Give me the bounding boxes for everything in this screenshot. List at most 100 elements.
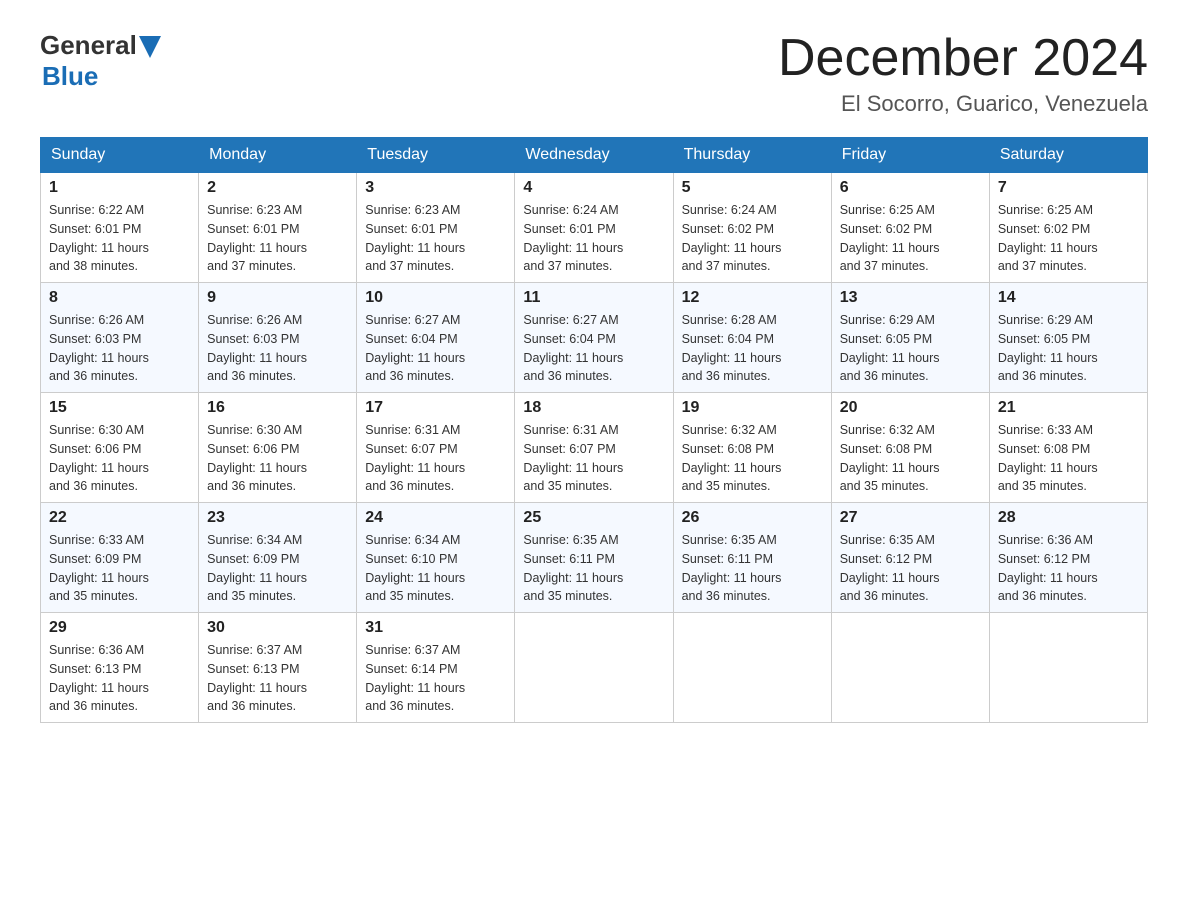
day-number: 30 — [207, 619, 348, 637]
day-number: 12 — [682, 289, 823, 307]
day-info: Sunrise: 6:35 AM Sunset: 6:11 PM Dayligh… — [682, 531, 823, 606]
day-info: Sunrise: 6:30 AM Sunset: 6:06 PM Dayligh… — [207, 421, 348, 496]
day-info: Sunrise: 6:25 AM Sunset: 6:02 PM Dayligh… — [998, 201, 1139, 276]
table-row: 17 Sunrise: 6:31 AM Sunset: 6:07 PM Dayl… — [357, 393, 515, 503]
day-number: 21 — [998, 399, 1139, 417]
table-row: 24 Sunrise: 6:34 AM Sunset: 6:10 PM Dayl… — [357, 503, 515, 613]
table-row: 3 Sunrise: 6:23 AM Sunset: 6:01 PM Dayli… — [357, 173, 515, 283]
day-number: 22 — [49, 509, 190, 527]
day-info: Sunrise: 6:31 AM Sunset: 6:07 PM Dayligh… — [365, 421, 506, 496]
day-number: 20 — [840, 399, 981, 417]
day-number: 7 — [998, 179, 1139, 197]
table-row: 11 Sunrise: 6:27 AM Sunset: 6:04 PM Dayl… — [515, 283, 673, 393]
day-number: 17 — [365, 399, 506, 417]
day-number: 15 — [49, 399, 190, 417]
day-info: Sunrise: 6:35 AM Sunset: 6:12 PM Dayligh… — [840, 531, 981, 606]
day-number: 11 — [523, 289, 664, 307]
day-number: 6 — [840, 179, 981, 197]
table-row: 10 Sunrise: 6:27 AM Sunset: 6:04 PM Dayl… — [357, 283, 515, 393]
table-row: 12 Sunrise: 6:28 AM Sunset: 6:04 PM Dayl… — [673, 283, 831, 393]
table-row: 2 Sunrise: 6:23 AM Sunset: 6:01 PM Dayli… — [199, 173, 357, 283]
day-number: 10 — [365, 289, 506, 307]
day-info: Sunrise: 6:29 AM Sunset: 6:05 PM Dayligh… — [840, 311, 981, 386]
day-info: Sunrise: 6:22 AM Sunset: 6:01 PM Dayligh… — [49, 201, 190, 276]
day-number: 1 — [49, 179, 190, 197]
day-info: Sunrise: 6:29 AM Sunset: 6:05 PM Dayligh… — [998, 311, 1139, 386]
day-info: Sunrise: 6:33 AM Sunset: 6:08 PM Dayligh… — [998, 421, 1139, 496]
table-row: 1 Sunrise: 6:22 AM Sunset: 6:01 PM Dayli… — [41, 173, 199, 283]
table-row: 20 Sunrise: 6:32 AM Sunset: 6:08 PM Dayl… — [831, 393, 989, 503]
logo-blue-text: Blue — [42, 61, 98, 91]
day-info: Sunrise: 6:36 AM Sunset: 6:12 PM Dayligh… — [998, 531, 1139, 606]
header-tuesday: Tuesday — [357, 138, 515, 173]
day-info: Sunrise: 6:37 AM Sunset: 6:14 PM Dayligh… — [365, 641, 506, 716]
day-info: Sunrise: 6:32 AM Sunset: 6:08 PM Dayligh… — [840, 421, 981, 496]
logo: General Blue — [40, 30, 161, 92]
location-title: El Socorro, Guarico, Venezuela — [778, 91, 1148, 117]
day-info: Sunrise: 6:32 AM Sunset: 6:08 PM Dayligh… — [682, 421, 823, 496]
table-row: 9 Sunrise: 6:26 AM Sunset: 6:03 PM Dayli… — [199, 283, 357, 393]
day-info: Sunrise: 6:37 AM Sunset: 6:13 PM Dayligh… — [207, 641, 348, 716]
day-number: 27 — [840, 509, 981, 527]
table-row: 30 Sunrise: 6:37 AM Sunset: 6:13 PM Dayl… — [199, 613, 357, 723]
table-row: 5 Sunrise: 6:24 AM Sunset: 6:02 PM Dayli… — [673, 173, 831, 283]
day-info: Sunrise: 6:27 AM Sunset: 6:04 PM Dayligh… — [523, 311, 664, 386]
table-row: 7 Sunrise: 6:25 AM Sunset: 6:02 PM Dayli… — [989, 173, 1147, 283]
table-row: 21 Sunrise: 6:33 AM Sunset: 6:08 PM Dayl… — [989, 393, 1147, 503]
day-info: Sunrise: 6:31 AM Sunset: 6:07 PM Dayligh… — [523, 421, 664, 496]
day-number: 5 — [682, 179, 823, 197]
header-sunday: Sunday — [41, 138, 199, 173]
day-info: Sunrise: 6:28 AM Sunset: 6:04 PM Dayligh… — [682, 311, 823, 386]
day-info: Sunrise: 6:24 AM Sunset: 6:01 PM Dayligh… — [523, 201, 664, 276]
day-info: Sunrise: 6:36 AM Sunset: 6:13 PM Dayligh… — [49, 641, 190, 716]
table-row: 28 Sunrise: 6:36 AM Sunset: 6:12 PM Dayl… — [989, 503, 1147, 613]
day-number: 19 — [682, 399, 823, 417]
day-info: Sunrise: 6:33 AM Sunset: 6:09 PM Dayligh… — [49, 531, 190, 606]
day-number: 2 — [207, 179, 348, 197]
day-number: 14 — [998, 289, 1139, 307]
table-row: 18 Sunrise: 6:31 AM Sunset: 6:07 PM Dayl… — [515, 393, 673, 503]
day-number: 16 — [207, 399, 348, 417]
header-wednesday: Wednesday — [515, 138, 673, 173]
day-number: 28 — [998, 509, 1139, 527]
table-row: 4 Sunrise: 6:24 AM Sunset: 6:01 PM Dayli… — [515, 173, 673, 283]
table-row: 8 Sunrise: 6:26 AM Sunset: 6:03 PM Dayli… — [41, 283, 199, 393]
header-monday: Monday — [199, 138, 357, 173]
day-number: 3 — [365, 179, 506, 197]
logo-triangle-icon — [139, 36, 161, 58]
day-info: Sunrise: 6:24 AM Sunset: 6:02 PM Dayligh… — [682, 201, 823, 276]
table-row: 23 Sunrise: 6:34 AM Sunset: 6:09 PM Dayl… — [199, 503, 357, 613]
day-number: 8 — [49, 289, 190, 307]
table-row: 26 Sunrise: 6:35 AM Sunset: 6:11 PM Dayl… — [673, 503, 831, 613]
day-info: Sunrise: 6:35 AM Sunset: 6:11 PM Dayligh… — [523, 531, 664, 606]
table-row: 6 Sunrise: 6:25 AM Sunset: 6:02 PM Dayli… — [831, 173, 989, 283]
day-number: 4 — [523, 179, 664, 197]
page-header: General Blue December 2024 El Socorro, G… — [40, 30, 1148, 117]
day-info: Sunrise: 6:34 AM Sunset: 6:09 PM Dayligh… — [207, 531, 348, 606]
header-thursday: Thursday — [673, 138, 831, 173]
table-row — [989, 613, 1147, 723]
day-number: 18 — [523, 399, 664, 417]
day-info: Sunrise: 6:34 AM Sunset: 6:10 PM Dayligh… — [365, 531, 506, 606]
day-info: Sunrise: 6:23 AM Sunset: 6:01 PM Dayligh… — [207, 201, 348, 276]
day-number: 25 — [523, 509, 664, 527]
month-title: December 2024 — [778, 30, 1148, 87]
day-number: 24 — [365, 509, 506, 527]
table-row: 19 Sunrise: 6:32 AM Sunset: 6:08 PM Dayl… — [673, 393, 831, 503]
day-number: 23 — [207, 509, 348, 527]
table-row: 13 Sunrise: 6:29 AM Sunset: 6:05 PM Dayl… — [831, 283, 989, 393]
header-saturday: Saturday — [989, 138, 1147, 173]
table-row: 25 Sunrise: 6:35 AM Sunset: 6:11 PM Dayl… — [515, 503, 673, 613]
day-info: Sunrise: 6:25 AM Sunset: 6:02 PM Dayligh… — [840, 201, 981, 276]
calendar-table: Sunday Monday Tuesday Wednesday Thursday… — [40, 137, 1148, 723]
table-row: 14 Sunrise: 6:29 AM Sunset: 6:05 PM Dayl… — [989, 283, 1147, 393]
day-info: Sunrise: 6:30 AM Sunset: 6:06 PM Dayligh… — [49, 421, 190, 496]
calendar-body: 1 Sunrise: 6:22 AM Sunset: 6:01 PM Dayli… — [41, 173, 1148, 723]
table-row: 16 Sunrise: 6:30 AM Sunset: 6:06 PM Dayl… — [199, 393, 357, 503]
table-row — [673, 613, 831, 723]
day-info: Sunrise: 6:27 AM Sunset: 6:04 PM Dayligh… — [365, 311, 506, 386]
day-number: 29 — [49, 619, 190, 637]
table-row — [515, 613, 673, 723]
day-number: 13 — [840, 289, 981, 307]
table-row: 29 Sunrise: 6:36 AM Sunset: 6:13 PM Dayl… — [41, 613, 199, 723]
